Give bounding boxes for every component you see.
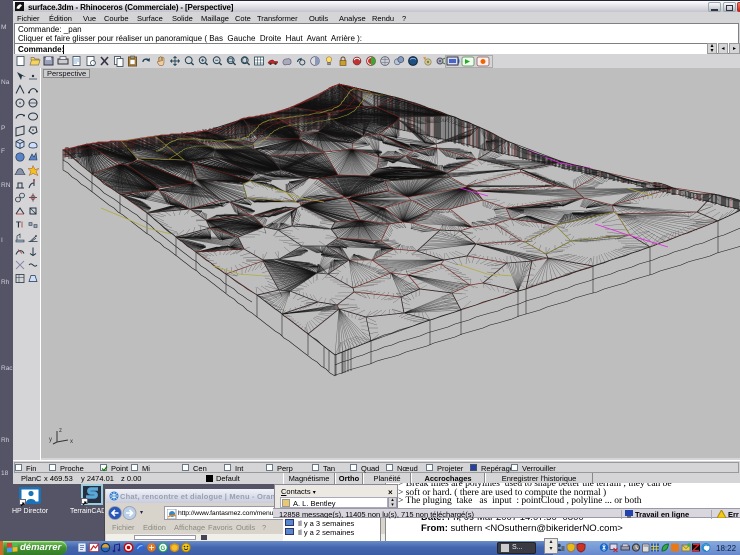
svg-text:G: G — [161, 546, 166, 552]
svg-text:T: T — [16, 221, 21, 230]
svg-text:x: x — [70, 439, 73, 445]
svg-text:y: y — [49, 437, 52, 443]
svg-text:z: z — [59, 428, 62, 434]
